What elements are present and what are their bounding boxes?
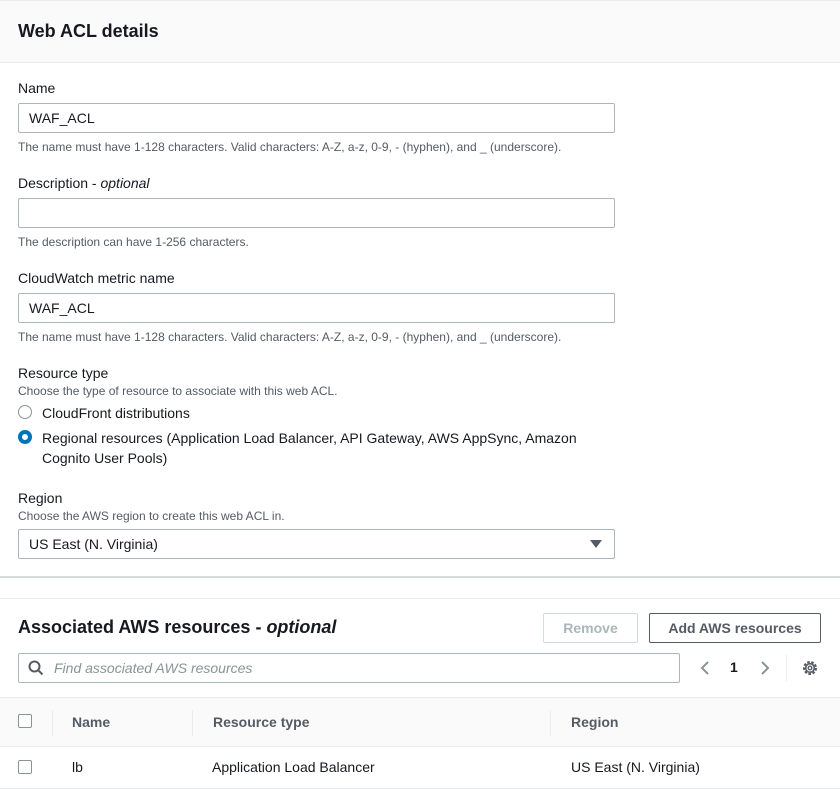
resources-title-separator: -: [250, 617, 267, 637]
resource-type-label: Resource type: [18, 365, 109, 381]
pagination: 1: [696, 657, 776, 679]
row-resource-type: Application Load Balancer: [212, 759, 375, 775]
region-select[interactable]: US East (N. Virginia): [18, 529, 615, 559]
search-input[interactable]: Find associated AWS resources: [18, 653, 680, 683]
region-selected-value: US East (N. Virginia): [29, 536, 158, 552]
region-field: Region Choose the AWS region to create t…: [18, 488, 818, 559]
description-field: Description - optional The description c…: [18, 173, 818, 250]
chevron-left-icon[interactable]: [696, 659, 714, 677]
associated-resources-panel: Associated AWS resources - optional Remo…: [0, 598, 840, 789]
table-row[interactable]: lb Application Load Balancer US East (N.…: [0, 747, 840, 789]
name-label: Name: [18, 80, 56, 96]
metric-label: CloudWatch metric name: [18, 270, 175, 286]
web-acl-details-panel: Web ACL details Name WAF_ACL The name mu…: [0, 0, 840, 578]
radio-cloudfront[interactable]: CloudFront distributions: [18, 403, 818, 423]
radio-regional-label[interactable]: Regional resources (Application Load Bal…: [42, 428, 602, 468]
column-header-region[interactable]: Region: [571, 714, 618, 730]
region-sublabel: Choose the AWS region to create this web…: [18, 509, 285, 523]
column-separator: [192, 710, 193, 736]
add-aws-resources-button[interactable]: Add AWS resources: [649, 613, 821, 643]
radio-regional-control[interactable]: [18, 430, 32, 444]
resources-title: Associated AWS resources - optional: [18, 617, 336, 638]
remove-button[interactable]: Remove: [543, 613, 638, 643]
description-hint: The description can have 1-256 character…: [18, 235, 249, 249]
page-number[interactable]: 1: [730, 659, 738, 675]
row-region: US East (N. Virginia): [571, 759, 700, 775]
select-all-checkbox[interactable]: [18, 714, 32, 728]
row-name: lb: [72, 759, 83, 775]
column-header-resource-type[interactable]: Resource type: [213, 714, 309, 730]
description-label: Description - optional: [18, 173, 818, 193]
metric-hint: The name must have 1-128 characters. Val…: [18, 330, 562, 344]
description-input[interactable]: [18, 198, 615, 228]
resources-header: Associated AWS resources - optional Remo…: [0, 599, 840, 655]
details-title: Web ACL details: [18, 21, 159, 41]
radio-cloudfront-control[interactable]: [18, 405, 32, 419]
chevron-right-icon[interactable]: [756, 659, 774, 677]
name-input[interactable]: WAF_ACL: [18, 103, 615, 133]
name-field: Name WAF_ACL The name must have 1-128 ch…: [18, 78, 818, 155]
search-icon: [28, 660, 44, 676]
resources-optional-tag: optional: [266, 617, 337, 637]
resources-title-text: Associated AWS resources: [18, 617, 251, 637]
description-label-text: Description: [18, 175, 89, 191]
gear-icon[interactable]: [801, 659, 819, 677]
description-label-separator: -: [88, 175, 101, 191]
resource-type-sublabel: Choose the type of resource to associate…: [18, 384, 338, 398]
caret-down-icon: [590, 540, 602, 548]
region-label: Region: [18, 490, 63, 506]
column-separator: [52, 710, 53, 736]
search-row: Find associated AWS resources 1: [0, 653, 840, 683]
search-placeholder: Find associated AWS resources: [54, 660, 253, 676]
column-header-name[interactable]: Name: [72, 714, 110, 730]
metric-input[interactable]: WAF_ACL: [18, 293, 615, 323]
resource-type-field: Resource type Choose the type of resourc…: [18, 363, 818, 468]
row-checkbox[interactable]: [18, 760, 32, 774]
radio-regional[interactable]: Regional resources (Application Load Bal…: [18, 428, 818, 468]
resources-table: Name Resource type Region lb Application…: [0, 697, 840, 789]
column-separator: [550, 710, 551, 736]
name-hint: The name must have 1-128 characters. Val…: [18, 140, 562, 154]
details-header: Web ACL details: [0, 1, 840, 63]
metric-field: CloudWatch metric name WAF_ACL The name …: [18, 268, 818, 345]
pager-divider: [786, 655, 787, 681]
description-optional-tag: optional: [100, 175, 150, 191]
table-header: Name Resource type Region: [0, 697, 840, 747]
radio-cloudfront-label[interactable]: CloudFront distributions: [42, 403, 602, 423]
